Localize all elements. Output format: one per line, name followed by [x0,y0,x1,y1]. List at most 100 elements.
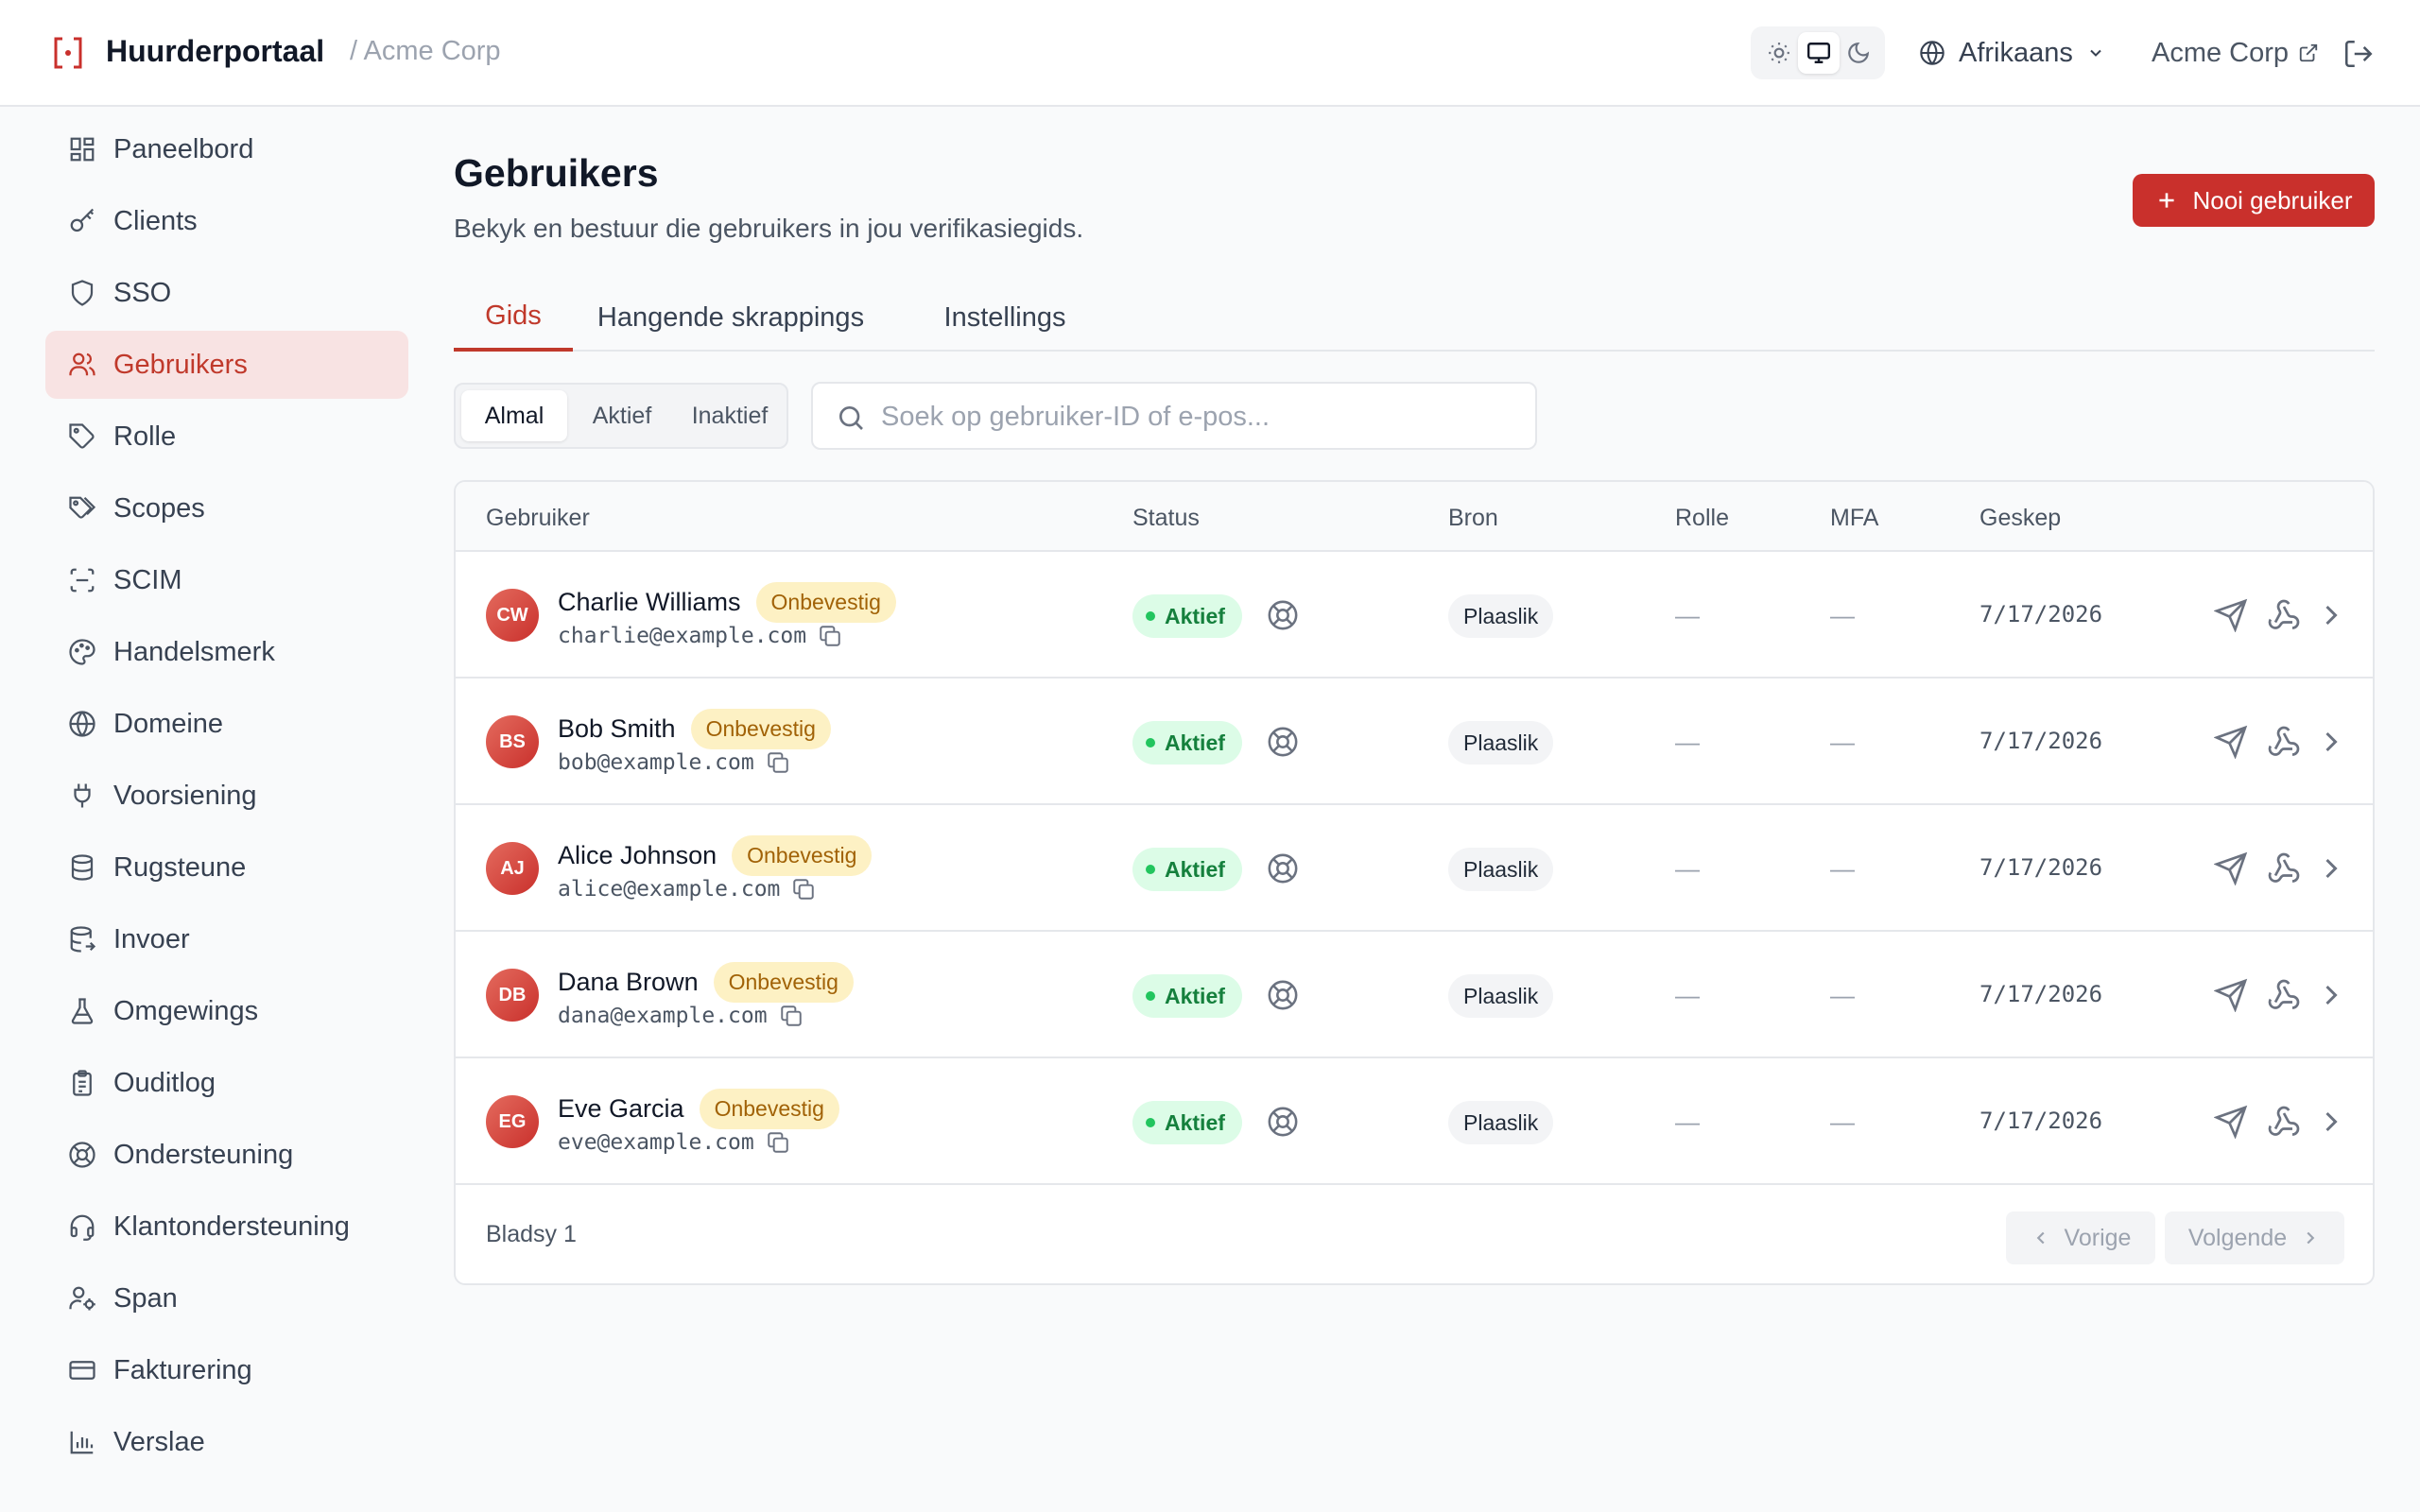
sidebar-item-omgewings[interactable]: Omgewings [45,977,408,1045]
status-dot [1146,865,1155,874]
language-selector[interactable]: Afrikaans [1919,32,2105,74]
search-icon [839,406,863,430]
dashboard-icon [70,137,95,162]
send-icon[interactable] [2214,598,2248,632]
send-icon[interactable] [2214,978,2248,1012]
theme-light-button[interactable] [1758,32,1800,74]
previous-page-button[interactable]: Vorige [2006,1211,2155,1264]
column-header-user[interactable]: Gebruiker [486,505,590,532]
next-page-label: Volgende [2187,1224,2288,1251]
copy-icon[interactable] [779,1004,804,1028]
sidebar-item-label: Verslae [113,1426,205,1457]
tab-gids[interactable]: Gids [454,284,573,352]
table-row[interactable]: BS Bob Smith Onbevestig bob@example.com Akti… [456,679,2373,805]
org-link-label: Acme Corp [2152,37,2290,68]
table-header: Gebruiker Status Bron Rolle MFA Geskep [456,482,2373,552]
sidebar-item-rolle[interactable]: Rolle [45,403,408,471]
sidebar-item-voorsiening[interactable]: Voorsiening [45,762,408,830]
webhook-icon[interactable] [2267,978,2301,1012]
sidebar-item-handelsmerk[interactable]: Handelsmerk [45,618,408,686]
sidebar-item-label: Domeine [113,708,224,739]
table-row[interactable]: EG Eve Garcia Onbevestig eve@example.com Akt… [456,1058,2373,1185]
org-external-link[interactable]: Acme Corp [2152,32,2319,74]
sidebar-item-span[interactable]: Span [45,1264,408,1332]
user-email: bob@example.com [558,750,754,775]
chevron-right-icon[interactable] [2314,1105,2348,1139]
sidebar-item-gebruikers[interactable]: Gebruikers [45,331,408,399]
filter-aktief[interactable]: Aktief [571,390,673,441]
invite-user-button[interactable]: Nooi gebruiker [2133,174,2375,227]
sidebar-item-label: Handelsmerk [113,636,275,667]
chevron-right-icon[interactable] [2314,598,2348,632]
status-dot [1146,1118,1155,1127]
sidebar-item-scim[interactable]: SCIM [45,546,408,614]
sidebar-item-paneelbord[interactable]: Paneelbord [45,115,408,183]
filter-almal[interactable]: Almal [461,390,567,441]
app-title[interactable]: Huurderportaal [106,34,324,69]
sidebar-item-fakturering[interactable]: Fakturering [45,1336,408,1404]
globe-icon [69,711,95,737]
sidebar-item-clients[interactable]: Clients [45,187,408,255]
send-icon[interactable] [2214,851,2248,885]
webhook-icon[interactable] [2267,1105,2301,1139]
column-header-roles[interactable]: Rolle [1675,505,1729,532]
language-label: Afrikaans [1959,37,2073,68]
copy-icon[interactable] [818,624,842,648]
source-badge: Plaaslik [1448,721,1554,765]
unconfirmed-badge: Onbevestig [699,1089,839,1129]
sidebar-item-verslae[interactable]: Verslae [45,1408,408,1476]
copy-icon[interactable] [766,750,790,775]
webhook-icon[interactable] [2267,598,2301,632]
sidebar-item-label: Invoer [113,923,190,954]
chevron-right-icon[interactable] [2314,851,2348,885]
sidebar-item-klantondersteuning[interactable]: Klantondersteuning [45,1193,408,1261]
sidebar-item-ondersteuning[interactable]: Ondersteuning [45,1121,408,1189]
sidebar-item-ouditlog[interactable]: Ouditlog [45,1049,408,1117]
column-header-mfa[interactable]: MFA [1830,505,1878,532]
sidebar-item-domeine[interactable]: Domeine [45,690,408,758]
column-header-source[interactable]: Bron [1448,505,1498,532]
sidebar-item-label: Voorsiening [113,780,257,811]
lifebuoy-icon[interactable] [1267,1106,1299,1138]
sidebar-item-sso[interactable]: SSO [45,259,408,327]
users-icon [69,352,95,376]
next-page-button[interactable]: Volgende [2165,1211,2344,1264]
table-row[interactable]: DB Dana Brown Onbevestig dana@example.com Ak… [456,932,2373,1058]
copy-icon[interactable] [791,877,816,902]
status-badge: Aktief [1132,1101,1242,1144]
chevron-right-icon[interactable] [2314,725,2348,759]
roles-value: — [1675,1108,1700,1136]
table-row[interactable]: CW Charlie Williams Onbevestig charlie@exam… [456,552,2373,679]
lifebuoy-icon[interactable] [1267,979,1299,1011]
avatar: BS [486,715,539,768]
tab-hangende-skrappings[interactable]: Hangende skrappings [592,284,870,352]
lifebuoy-icon[interactable] [1267,852,1299,885]
chevron-right-icon[interactable] [2314,978,2348,1012]
sidebar-item-label: Omgewings [113,995,259,1026]
search-input[interactable] [881,393,1524,440]
user-name: Charlie Williams [558,588,741,616]
column-header-created[interactable]: Geskep [1979,505,2061,532]
webhook-icon[interactable] [2267,725,2301,759]
filter-inaktief[interactable]: Inaktief [677,390,783,441]
logout-icon[interactable] [2342,38,2375,70]
sidebar-item-invoer[interactable]: Invoer [45,905,408,973]
sidebar-item-scopes[interactable]: Scopes [45,474,408,542]
user-name: Dana Brown [558,968,699,996]
column-header-status[interactable]: Status [1132,505,1200,532]
status-badge: Aktief [1132,974,1242,1018]
tab-instellings[interactable]: Instellings [898,284,1112,352]
lifebuoy-icon[interactable] [1267,726,1299,758]
breadcrumb-org: / Acme Corp [350,36,501,66]
send-icon[interactable] [2214,1105,2248,1139]
lifebuoy-icon[interactable] [1267,599,1299,631]
user-email-cell: eve@example.com [558,1130,790,1155]
table-row[interactable]: AJ Alice Johnson Onbevestig alice@example.c… [456,805,2373,932]
webhook-icon[interactable] [2267,851,2301,885]
chevron-right-icon [2307,1231,2315,1245]
sidebar-item-rugsteune[interactable]: Rugsteune [45,833,408,902]
send-icon[interactable] [2214,725,2248,759]
theme-dark-button[interactable] [1838,32,1879,74]
theme-system-button[interactable] [1798,32,1840,74]
copy-icon[interactable] [766,1130,790,1155]
